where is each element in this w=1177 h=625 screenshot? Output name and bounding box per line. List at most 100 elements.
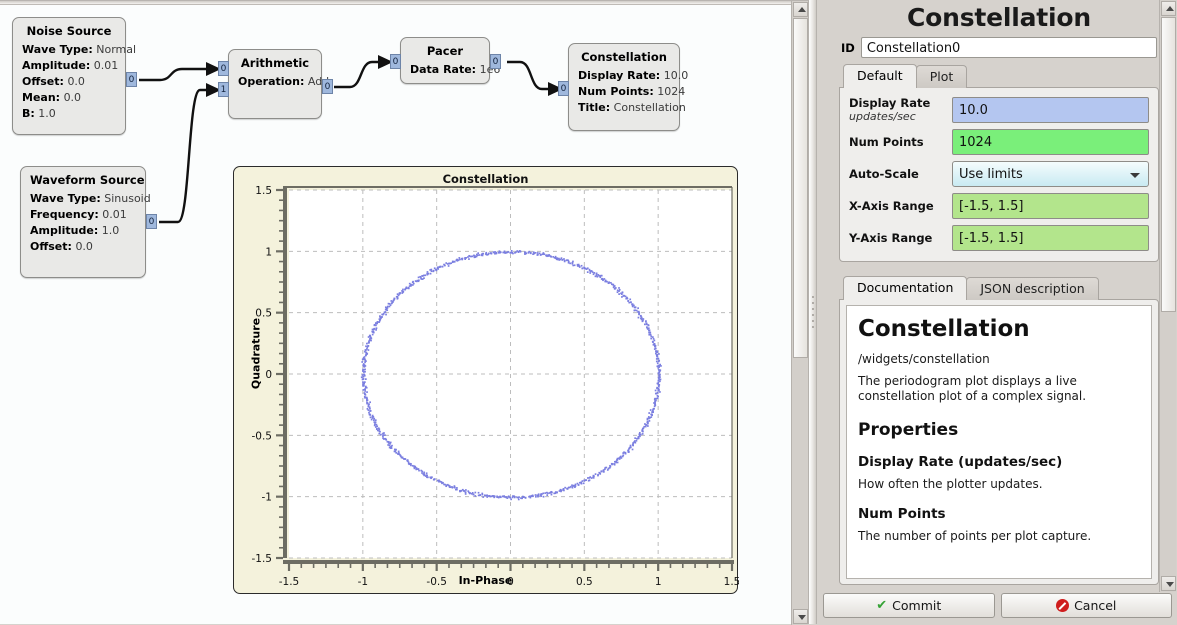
doc-intro: The periodogram plot displays a live con…	[858, 374, 1140, 404]
block-title: Noise Source	[22, 24, 116, 38]
pane-splitter[interactable]	[808, 0, 817, 624]
field-y-axis-range[interactable]: [-1.5, 1.5]	[952, 225, 1149, 251]
param-value: Sinusoid	[104, 192, 150, 205]
param-value: 0.0	[67, 75, 85, 88]
param-key: Amplitude:	[30, 224, 98, 237]
port-in-arithmetic-1[interactable]: 1	[218, 82, 229, 97]
block-title: Waveform Source	[30, 173, 136, 187]
block-param-row: Mean: 0.0	[22, 90, 116, 106]
port-out-noise-0[interactable]: 0	[126, 72, 137, 87]
plot-drawing-area: 1.510.50-0.5-1-1.5-1.5-1-0.500.511.5	[234, 167, 739, 595]
param-key: Num Points:	[578, 85, 654, 98]
block-param-row: Amplitude: 1.0	[30, 223, 136, 239]
scrollbar-thumb[interactable]	[793, 18, 808, 358]
block-pacer[interactable]: Pacer Data Rate: 1e6	[400, 37, 490, 84]
label-y-axis-range: Y-Axis Range	[849, 232, 944, 245]
block-param-row: Data Rate: 1e6	[410, 62, 480, 78]
port-in-pacer-0[interactable]: 0	[390, 54, 401, 69]
label-num-points: Num Points	[849, 136, 944, 149]
port-in-arithmetic-0[interactable]: 0	[218, 61, 229, 76]
id-input[interactable]: Constellation0	[861, 37, 1157, 58]
port-in-constellation-0[interactable]: 0	[558, 81, 569, 96]
flowgraph-canvas-inner[interactable]: Noise Source Wave Type: Normal Amplitude…	[0, 5, 808, 625]
doc-prop1-title: Display Rate (updates/sec)	[858, 454, 1140, 470]
port-out-arithmetic-0[interactable]: 0	[322, 79, 333, 94]
scroll-up-button[interactable]	[793, 2, 808, 17]
param-value: 0.01	[102, 208, 127, 221]
svg-text:0.5: 0.5	[576, 576, 593, 588]
tab-default[interactable]: Default	[843, 64, 917, 88]
field-x-axis-range[interactable]: [-1.5, 1.5]	[952, 193, 1149, 219]
scroll-up-button[interactable]	[1161, 1, 1176, 16]
block-title: Pacer	[410, 44, 480, 58]
param-value: 0.01	[94, 59, 119, 72]
block-param-row: Wave Type: Normal	[22, 42, 116, 58]
commit-button-label: Commit	[892, 598, 941, 613]
splitter-grip	[812, 296, 814, 330]
label-text: X-Axis Range	[849, 199, 934, 213]
chevron-down-icon	[1130, 173, 1140, 178]
field-auto-scale[interactable]: Use limits	[952, 161, 1149, 187]
tab-json-description[interactable]: JSON description	[966, 277, 1098, 300]
page-title: Constellation	[839, 3, 1159, 32]
doc-path: /widgets/constellation	[858, 352, 1140, 367]
svg-text:0: 0	[265, 369, 272, 381]
tab-documentation[interactable]: Documentation	[843, 276, 967, 300]
flowgraph-canvas[interactable]: Noise Source Wave Type: Normal Amplitude…	[0, 0, 808, 624]
param-key: Wave Type:	[22, 43, 93, 56]
svg-text:0: 0	[507, 576, 514, 588]
param-value: Normal	[96, 43, 136, 56]
cancel-icon	[1056, 599, 1069, 612]
properties-content: Constellation ID Constellation0 Default …	[839, 0, 1159, 592]
id-row: ID Constellation0	[839, 37, 1159, 58]
port-out-pacer-0[interactable]: 0	[490, 54, 501, 69]
scroll-down-button[interactable]	[1161, 576, 1176, 591]
scrollbar-thumb[interactable]	[1161, 17, 1176, 312]
param-value: 0.0	[64, 91, 82, 104]
svg-text:-1: -1	[262, 492, 272, 504]
tab-plot[interactable]: Plot	[916, 65, 968, 88]
id-label: ID	[841, 41, 855, 55]
param-key: Wave Type:	[30, 192, 101, 205]
block-param-row: Num Points: 1024	[578, 84, 670, 100]
param-key: Data Rate:	[410, 63, 476, 76]
constellation-plot[interactable]: Constellation Quadrature In-Phase 1.510.…	[233, 166, 738, 594]
svg-text:-0.5: -0.5	[252, 430, 273, 442]
canvas-vertical-scrollbar[interactable]	[791, 1, 808, 625]
param-value: 1024	[657, 85, 685, 98]
block-param-row: Offset: 0.0	[22, 74, 116, 90]
svg-text:-1: -1	[358, 576, 368, 588]
field-display-rate[interactable]: 10.0	[952, 97, 1149, 123]
param-key: Offset:	[30, 240, 72, 253]
label-display-rate: Display Rate updates/sec	[849, 97, 944, 123]
properties-tabbar[interactable]: Default Plot	[839, 65, 1159, 88]
auto-scale-value: Use limits	[959, 167, 1023, 182]
param-key: Amplitude:	[22, 59, 90, 72]
properties-vertical-scrollbar[interactable]	[1159, 0, 1176, 592]
svg-text:-1.5: -1.5	[252, 553, 273, 565]
param-key: B:	[22, 107, 35, 120]
port-out-waveform-0[interactable]: 0	[146, 214, 157, 229]
cancel-button[interactable]: Cancel	[1001, 593, 1173, 618]
param-key: Frequency:	[30, 208, 99, 221]
documentation-text: Constellation /widgets/constellation The…	[846, 305, 1152, 579]
scroll-down-button[interactable]	[793, 609, 808, 624]
block-param-row: Amplitude: 0.01	[22, 58, 116, 74]
documentation-tabbar[interactable]: Documentation JSON description	[839, 277, 1159, 300]
param-key: Display Rate:	[578, 69, 660, 82]
block-title: Arithmetic	[238, 56, 312, 70]
svg-text:1.5: 1.5	[255, 185, 272, 197]
block-arithmetic[interactable]: Arithmetic Operation: Add	[228, 49, 322, 119]
block-param-row: B: 1.0	[22, 106, 116, 122]
param-key: Offset:	[22, 75, 64, 88]
cancel-button-label: Cancel	[1074, 598, 1116, 613]
block-waveform-source[interactable]: Waveform Source Wave Type: Sinusoid Freq…	[20, 166, 146, 278]
param-value: 0.0	[75, 240, 93, 253]
param-value: 1.0	[38, 107, 56, 120]
check-icon: ✔	[876, 598, 887, 613]
block-constellation[interactable]: Constellation Display Rate: 10.0 Num Poi…	[568, 43, 680, 131]
block-noise-source[interactable]: Noise Source Wave Type: Normal Amplitude…	[12, 17, 126, 135]
label-text: Auto-Scale	[849, 167, 919, 181]
field-num-points[interactable]: 1024	[952, 129, 1149, 155]
commit-button[interactable]: ✔ Commit	[823, 593, 995, 618]
